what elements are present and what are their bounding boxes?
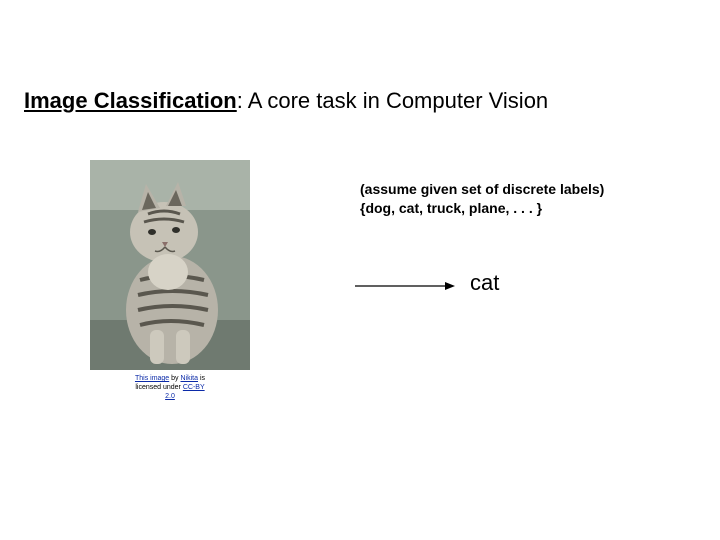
credit-is-word: is <box>198 375 205 382</box>
credit-this-image-link[interactable]: This image <box>135 375 169 382</box>
arrow-icon <box>355 279 455 293</box>
cat-image <box>90 160 250 370</box>
note-line1: (assume given set of discrete labels) <box>360 181 604 197</box>
title-rest: : A core task in Computer Vision <box>237 88 548 113</box>
credit-author-link[interactable]: Nikita <box>181 375 199 382</box>
note-line2: {dog, cat, truck, plane, . . . } <box>360 200 542 216</box>
title-bold: Image Classification <box>24 88 237 113</box>
credit-by-word: by <box>169 375 180 382</box>
result-label: cat <box>470 270 499 296</box>
credit-licensed-under: licensed under <box>135 384 182 391</box>
label-set-note: (assume given set of discrete labels) {d… <box>360 180 604 218</box>
image-credit: This image by Nikita is licensed under C… <box>130 375 210 401</box>
slide-title: Image Classification: A core task in Com… <box>24 88 548 114</box>
